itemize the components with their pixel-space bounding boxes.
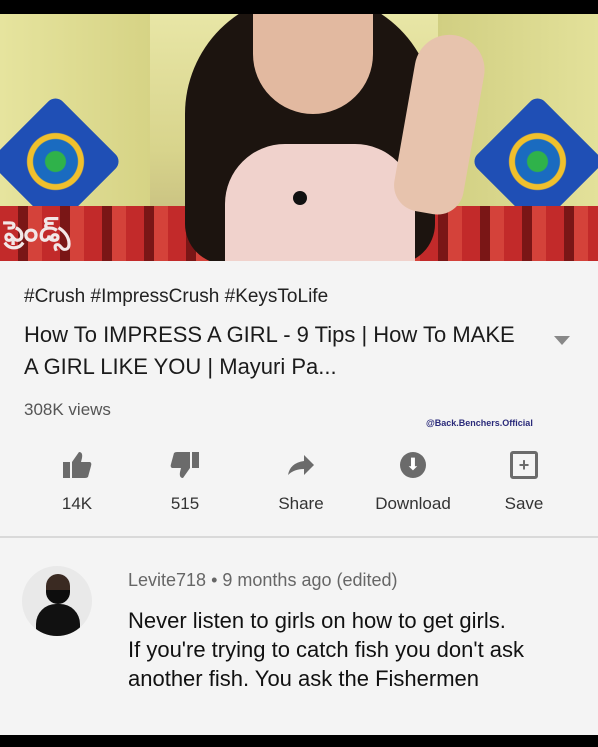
commenter-avatar[interactable] xyxy=(22,566,92,636)
expand-description-icon[interactable] xyxy=(554,336,570,345)
share-label: Share xyxy=(278,494,324,513)
share-button[interactable]: Share xyxy=(251,442,351,522)
comment-text: Never listen to girls on how to get girl… xyxy=(128,608,525,691)
avatar-beard xyxy=(46,590,70,604)
view-count: 308K views xyxy=(24,400,111,419)
add-to-playlist-icon: + xyxy=(510,451,538,479)
presenter xyxy=(165,14,495,261)
download-icon: ⬇ xyxy=(400,452,426,478)
download-label: Download xyxy=(375,494,451,513)
download-icon-wrapper: ⬇ xyxy=(363,448,463,482)
comment-author[interactable]: Levite718 xyxy=(128,570,206,590)
thumbs-up-icon xyxy=(27,448,127,482)
dislike-button[interactable]: 515 xyxy=(135,442,235,522)
clip-mic xyxy=(293,191,307,205)
video-title: How To IMPRESS A GIRL - 9 Tips | How To … xyxy=(24,322,515,379)
thumbnail-text: ఫ్రెండ్స్ xyxy=(4,215,72,248)
like-button[interactable]: 14K xyxy=(27,442,127,522)
video-thumbnail[interactable]: ఫ్రెండ్స్ xyxy=(0,14,598,261)
meta-separator: • xyxy=(211,570,223,590)
comment-meta: Levite718 • 9 months ago (edited) xyxy=(128,570,398,591)
comment-time: 9 months ago (edited) xyxy=(222,570,398,590)
watermark: @Back.Benchers.Official xyxy=(426,418,533,428)
like-count: 14K xyxy=(61,494,93,513)
share-icon xyxy=(251,448,351,482)
thumbs-down-icon xyxy=(135,448,235,482)
download-button[interactable]: ⬇ Download xyxy=(363,442,463,522)
save-button[interactable]: + Save xyxy=(474,442,574,522)
save-label: Save xyxy=(504,494,544,513)
presenter-top xyxy=(225,144,415,261)
save-icon-wrapper: + xyxy=(474,448,574,482)
screenshot-frame: ఫ్రెండ్స్ #Crush #ImpressCrush #KeysToLi… xyxy=(0,14,598,735)
avatar-body xyxy=(36,604,80,636)
divider xyxy=(0,536,598,538)
video-hashtags[interactable]: #Crush #ImpressCrush #KeysToLife xyxy=(24,286,328,308)
dislike-count: 515 xyxy=(170,494,200,513)
